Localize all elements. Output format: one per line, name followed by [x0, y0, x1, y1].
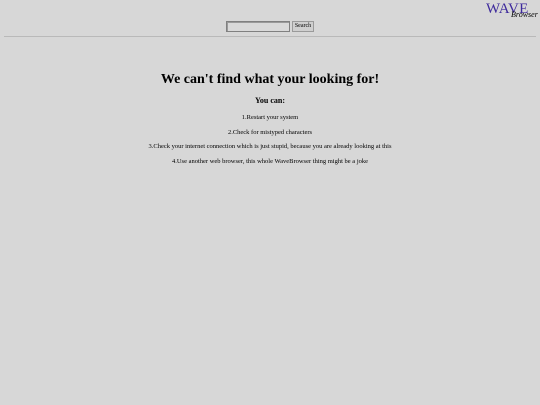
suggestions-heading: You can:: [254, 96, 285, 105]
wavebrowser-logo[interactable]: WAVE Browser: [486, 2, 538, 20]
search-input[interactable]: [226, 21, 290, 32]
suggestion-item: 3.Check your internet connection which i…: [148, 143, 392, 150]
error-heading: We can't find what your looking for!: [160, 72, 380, 87]
logo-browser-text: Browser: [511, 10, 538, 19]
error-content: We can't find what your looking for! You…: [0, 71, 540, 172]
search-button[interactable]: Search: [292, 21, 314, 32]
suggestion-item: 2.Check for mistyped characters: [227, 128, 313, 136]
suggestion-item: 1.Restart your system: [241, 114, 299, 121]
suggestion-item: 4.Use another web browser, this whole Wa…: [171, 157, 369, 165]
suggestions-list: 1.Restart your system 2.Check for mistyp…: [0, 114, 540, 165]
header-divider: [4, 36, 536, 37]
